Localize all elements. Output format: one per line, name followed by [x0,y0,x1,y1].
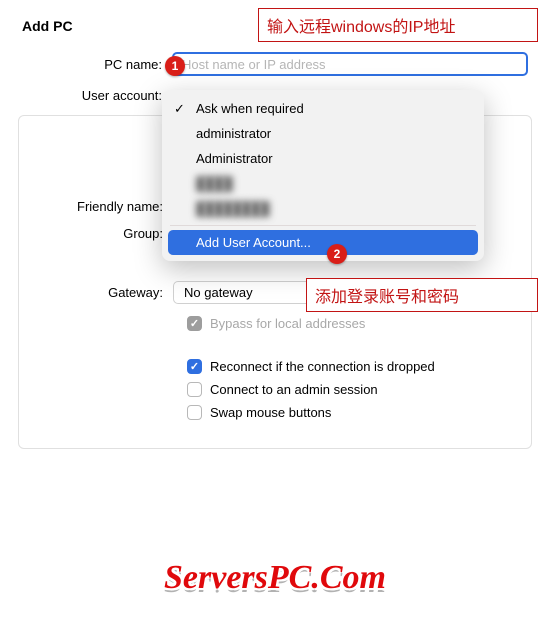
user-account-dropdown: Ask when required administrator Administ… [162,90,484,261]
annotation-account-hint: 添加登录账号和密码 [306,278,538,312]
dropdown-item-ask[interactable]: Ask when required [162,96,484,121]
dropdown-item-admin-lower[interactable]: administrator [162,121,484,146]
user-account-label: User account: [22,88,172,103]
dropdown-item-add-account[interactable]: Add User Account... [168,230,478,255]
dropdown-separator [170,225,476,226]
friendly-name-label: Friendly name: [23,199,173,214]
group-label: Group: [23,226,173,241]
badge-2: 2 [327,244,347,264]
gateway-label: Gateway: [23,285,173,300]
dropdown-item-admin-upper[interactable]: Administrator [162,146,484,171]
reconnect-label: Reconnect if the connection is dropped [210,359,435,374]
annotation-ip-hint: 输入远程windows的IP地址 [258,8,538,42]
badge-1: 1 [165,56,185,76]
dropdown-item-redacted-2[interactable]: ████████ [162,196,484,221]
pc-name-input[interactable] [172,52,528,76]
bypass-checkbox [187,316,202,331]
pc-name-label: PC name: [22,57,172,72]
admin-session-label: Connect to an admin session [210,382,378,397]
gateway-selected-value: No gateway [184,285,253,300]
watermark: ServersPC.Com [164,559,386,597]
swap-mouse-checkbox[interactable] [187,405,202,420]
swap-mouse-label: Swap mouse buttons [210,405,331,420]
reconnect-checkbox[interactable] [187,359,202,374]
dropdown-item-redacted-1[interactable]: ████ [162,171,484,196]
bypass-label: Bypass for local addresses [210,316,365,331]
admin-session-checkbox[interactable] [187,382,202,397]
